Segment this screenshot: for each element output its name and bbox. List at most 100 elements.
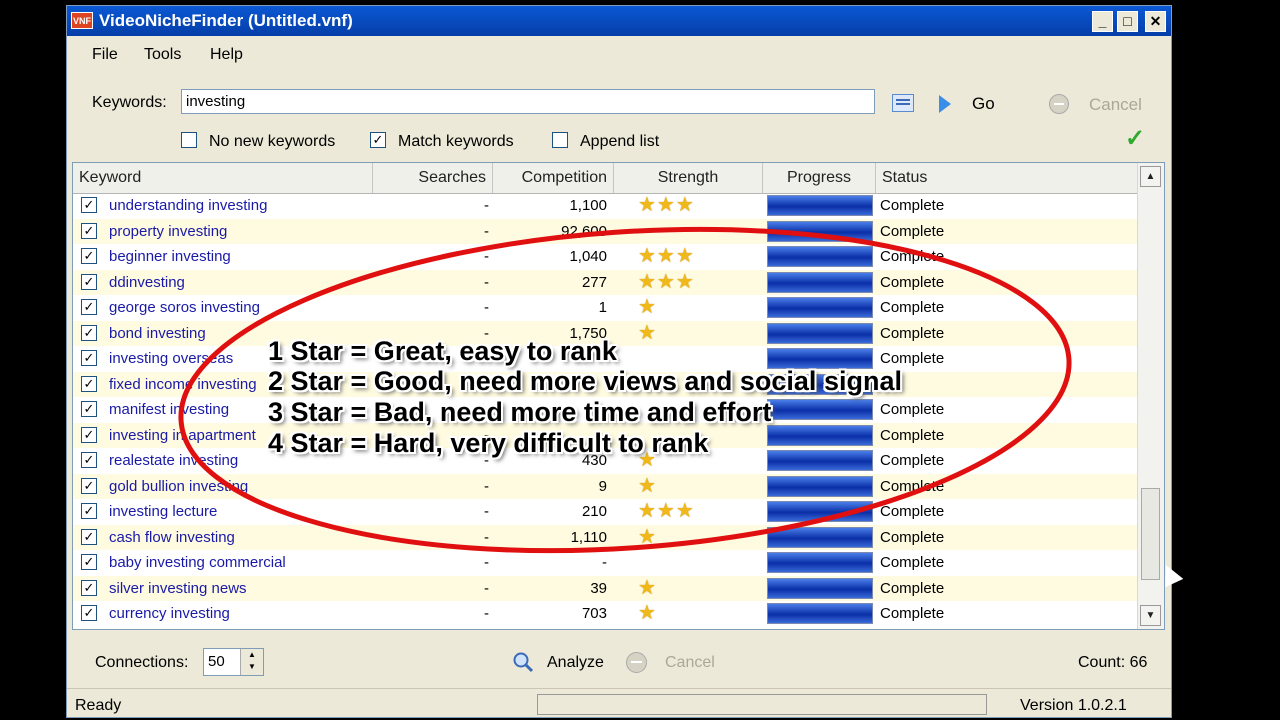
no-new-keywords-checkbox[interactable]: [181, 132, 197, 148]
no-new-keywords-label: No new keywords: [209, 133, 336, 150]
match-keywords-label: Match keywords: [398, 133, 514, 150]
status-text: Ready: [75, 697, 122, 714]
table-row[interactable]: ✓ george soros investing - 1 ★ Complete: [73, 295, 1139, 321]
row-progress-bar: [767, 552, 873, 573]
connections-value: 50: [208, 653, 225, 670]
row-checkbox[interactable]: ✓: [81, 324, 97, 341]
row-keyword[interactable]: cash flow investing: [109, 525, 369, 550]
row-checkbox[interactable]: ✓: [81, 579, 97, 596]
row-checkbox[interactable]: ✓: [81, 197, 97, 213]
table-row[interactable]: ✓ investing lecture - 210 ★★★ Complete: [73, 499, 1139, 525]
menu-help[interactable]: Help: [210, 46, 243, 64]
row-keyword[interactable]: beginner investing: [109, 244, 369, 269]
row-keyword[interactable]: currency investing: [109, 601, 369, 626]
row-checkbox[interactable]: ✓: [81, 528, 97, 545]
header-status[interactable]: Status: [876, 163, 1139, 193]
match-keywords-checkbox[interactable]: ✓: [370, 132, 386, 148]
table-row[interactable]: ✓ understanding investing - 1,100 ★★★ Complet…: [73, 193, 1139, 219]
row-competition: 39: [590, 579, 607, 597]
header-competition[interactable]: Competition: [493, 163, 614, 193]
connections-stepper[interactable]: 50 ▲ ▼: [203, 648, 264, 676]
table-row[interactable]: ✓ silver investing news - 39 ★ Complete: [73, 575, 1139, 601]
row-checkbox[interactable]: ✓: [81, 605, 97, 621]
table-row[interactable]: ✓ currency investing - 703 ★ Complete: [73, 601, 1139, 627]
row-searches: -: [484, 197, 489, 214]
scroll-up-icon[interactable]: ▲: [1140, 166, 1161, 187]
table-row[interactable]: ✓ beginner investing - 1,040 ★★★ Complete: [73, 244, 1139, 270]
keyword-list-icon[interactable]: [892, 94, 914, 112]
table-row[interactable]: ✓ cash flow investing - 1,110 ★ Complete: [73, 524, 1139, 550]
row-checkbox[interactable]: ✓: [81, 452, 97, 468]
cancel-analyze-button[interactable]: Cancel: [665, 654, 715, 672]
header-keyword[interactable]: Keyword: [73, 163, 373, 193]
menu-file[interactable]: File: [92, 46, 118, 64]
row-competition: 1,110: [570, 528, 607, 546]
maximize-button[interactable]: □: [1117, 11, 1138, 32]
row-checkbox[interactable]: ✓: [81, 222, 97, 239]
table-row[interactable]: ✓ gold bullion investing - 9 ★ Complete: [73, 473, 1139, 499]
row-checkbox[interactable]: ✓: [81, 503, 97, 519]
row-checkbox[interactable]: ✓: [81, 477, 97, 494]
row-searches: -: [484, 503, 489, 520]
header-strength[interactable]: Strength: [614, 163, 763, 193]
append-list-label: Append list: [580, 133, 660, 150]
row-competition: 703: [581, 605, 607, 622]
overlay-line-2: 2 Star = Good, need more views and socia…: [268, 366, 902, 396]
row-status: Complete: [880, 248, 945, 265]
row-keyword[interactable]: baby investing commercial: [109, 550, 369, 575]
minimize-button[interactable]: _: [1092, 11, 1113, 32]
row-progress-bar: [767, 271, 873, 293]
row-checkbox[interactable]: ✓: [81, 273, 97, 290]
row-keyword[interactable]: understanding investing: [109, 193, 369, 218]
close-button[interactable]: ✕: [1145, 11, 1166, 32]
row-status: Complete: [880, 503, 945, 520]
row-checkbox[interactable]: ✓: [81, 299, 97, 315]
row-checkbox[interactable]: ✓: [81, 554, 97, 570]
row-status: Complete: [880, 452, 945, 469]
row-keyword[interactable]: property investing: [109, 219, 369, 244]
row-keyword[interactable]: george soros investing: [109, 295, 369, 320]
row-checkbox[interactable]: ✓: [81, 248, 97, 264]
header-progress[interactable]: Progress: [763, 163, 876, 193]
analyze-button[interactable]: Analyze: [547, 654, 604, 672]
row-keyword[interactable]: investing lecture: [109, 499, 369, 524]
checkmark-icon: ✓: [1125, 125, 1146, 152]
spinner-arrows-icon[interactable]: ▲ ▼: [240, 649, 263, 675]
row-searches: -: [484, 477, 489, 495]
row-checkbox[interactable]: ✓: [81, 350, 97, 366]
row-searches: -: [484, 528, 489, 546]
scroll-down-icon[interactable]: ▼: [1140, 605, 1161, 626]
go-arrow-icon[interactable]: [939, 95, 951, 113]
row-searches: -: [484, 248, 489, 265]
row-checkbox[interactable]: ✓: [81, 375, 97, 392]
row-checkbox[interactable]: ✓: [81, 426, 97, 443]
connections-label: Connections:: [95, 654, 189, 671]
magnifier-icon[interactable]: [512, 651, 534, 673]
scrollbar-thumb[interactable]: [1141, 488, 1160, 580]
menu-tools[interactable]: Tools: [144, 46, 181, 64]
status-bar: Ready Version 1.0.2.1: [67, 688, 1171, 717]
row-competition: 1: [598, 299, 607, 316]
header-searches[interactable]: Searches: [373, 163, 493, 193]
row-keyword[interactable]: silver investing news: [109, 576, 369, 601]
go-button[interactable]: Go: [972, 94, 995, 114]
row-progress-bar: [767, 526, 873, 548]
row-keyword[interactable]: ddinvesting: [109, 270, 369, 295]
row-strength-stars-icon: ★★★: [638, 194, 695, 216]
table-row[interactable]: ✓ ddinvesting - 277 ★★★ Complete: [73, 269, 1139, 295]
table-row[interactable]: ✓ baby investing commercial - - Complete: [73, 550, 1139, 576]
cancel-button[interactable]: Cancel: [1089, 95, 1142, 115]
append-list-checkbox[interactable]: [552, 132, 568, 148]
row-checkbox[interactable]: ✓: [81, 401, 97, 417]
keywords-input[interactable]: [181, 89, 875, 114]
status-progress-bar: [537, 694, 987, 715]
row-status: Complete: [880, 350, 945, 367]
vertical-scrollbar[interactable]: ▲ ▼: [1137, 163, 1164, 629]
row-status: Complete: [880, 605, 945, 622]
table-row[interactable]: ✓ property investing - 92,600 Complete: [73, 218, 1139, 244]
count-label: Count: 66: [1078, 654, 1148, 671]
row-progress-bar: [767, 399, 873, 420]
row-keyword[interactable]: gold bullion investing: [109, 474, 369, 499]
title-bar: VNF VideoNicheFinder (Untitled.vnf) _ □ …: [67, 6, 1171, 36]
row-progress-bar: [767, 450, 873, 471]
